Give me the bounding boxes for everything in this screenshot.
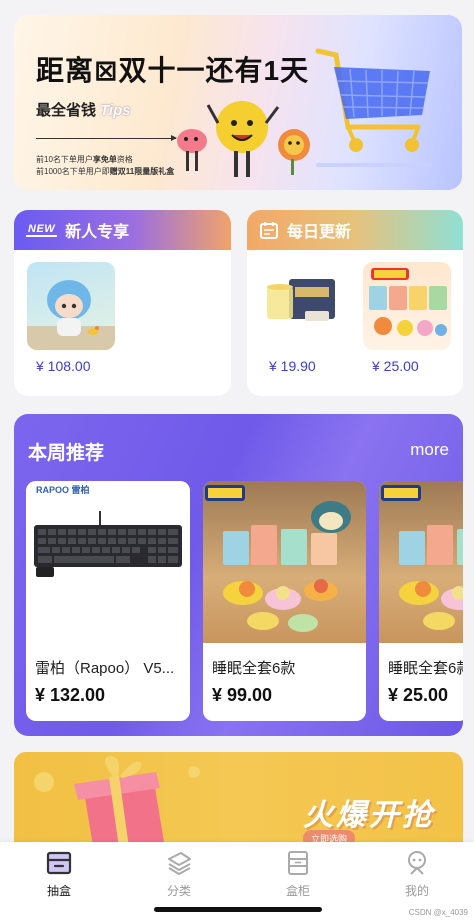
new-badge: NEW <box>26 223 58 237</box>
shopping-cart-icon <box>315 48 432 167</box>
pokemon-figures-image <box>381 485 463 630</box>
newcomer-card[interactable]: NEW 新人专享 ¥ 108.00 <box>14 210 231 396</box>
cabinet-icon <box>288 851 308 875</box>
daily-header: 每日更新 <box>247 210 463 250</box>
pokemon-box-image <box>369 268 447 336</box>
hot-sale-title: 火爆开抢 <box>303 799 435 832</box>
daily-price-1: ¥ 19.90 <box>269 358 316 374</box>
newcomer-product-image[interactable] <box>27 262 115 350</box>
gift-box-icon <box>34 756 200 852</box>
keyboard-image <box>34 511 182 577</box>
weekly-product-card[interactable]: 睡眠全套6款 ¥ 25.00 <box>379 481 463 721</box>
product-price: ¥ 99.00 <box>212 685 273 705</box>
home-indicator <box>154 907 322 912</box>
pokemon-sleep-product-image <box>379 481 463 643</box>
tab-label: 抽盒 <box>46 884 71 898</box>
tab-label: 盒柜 <box>285 884 310 898</box>
product-name: 雷柏（Rapoo） V5... <box>35 660 175 677</box>
tab-profile[interactable]: 我的 <box>387 850 447 899</box>
more-link[interactable]: more <box>410 440 449 460</box>
newcomer-header: NEW 新人专享 <box>14 210 231 250</box>
layers-icon <box>168 852 191 875</box>
daily-price-2: ¥ 25.00 <box>372 358 419 374</box>
brand-logo: RAPOO 雷柏 <box>36 485 90 495</box>
tab-category[interactable]: 分类 <box>149 850 209 899</box>
newcomer-title: 新人专享 <box>65 224 130 241</box>
banner-note-2: 前1000名下单用户即赠双11限量版礼盒 <box>36 167 175 176</box>
tab-blind-box[interactable]: 抽盒 <box>29 850 89 899</box>
banner-title: 距离⊠双十一还有1天 <box>36 55 310 86</box>
pokemon-sleep-product-image <box>203 481 366 643</box>
arrow-icon <box>36 135 177 141</box>
tips-text: Tips <box>100 102 131 119</box>
daily-product-image-1[interactable] <box>261 265 347 351</box>
daily-update-card[interactable]: 每日更新 ¥ 19.90 ¥ 25.00 <box>247 210 463 396</box>
product-name: 睡眠全套6款 <box>388 660 463 677</box>
daily-title: 每日更新 <box>287 224 352 241</box>
pokemon-figures-image <box>205 485 351 632</box>
weekly-product-card[interactable]: 睡眠全套6款 ¥ 99.00 <box>203 481 366 721</box>
product-price: ¥ 132.00 <box>35 685 106 705</box>
app-screen: { "banner": { "title": "距离⊠双十一还有1天", "su… <box>0 0 474 922</box>
product-price: ¥ 25.00 <box>388 685 449 705</box>
promo-banner[interactable]: 距离⊠双十一还有1天 最全省钱 Tips 前10名下单用户享免单资格 前1000名… <box>14 15 462 190</box>
banner-note-1: 前10名下单用户享免单资格 <box>36 155 133 164</box>
tab-label: 我的 <box>404 884 429 898</box>
tab-cabinet[interactable]: 盒柜 <box>268 850 328 899</box>
tea-product-image <box>267 279 335 321</box>
keyboard-product-image: RAPOO 雷柏 <box>26 481 190 643</box>
banner-subtitle: 最全省钱 Tips <box>36 102 131 119</box>
calendar-icon <box>260 222 278 239</box>
tab-label: 分类 <box>166 884 191 898</box>
watermark: CSDN @x_4039 <box>408 908 468 917</box>
weekly-recommend-section: 本周推荐 more RAPOO 雷柏 雷柏（Rapoo） V5... ¥ 132… <box>14 414 463 736</box>
box-icon <box>46 851 72 875</box>
weekly-product-card[interactable]: RAPOO 雷柏 雷柏（Rapoo） V5... ¥ 132.00 <box>26 481 190 721</box>
blind-box-figure-image <box>27 280 115 350</box>
mascot-illustration <box>177 101 310 177</box>
weekly-title: 本周推荐 <box>28 443 105 464</box>
user-icon <box>408 851 426 875</box>
daily-product-image-2[interactable] <box>363 262 451 350</box>
newcomer-price: ¥ 108.00 <box>36 358 91 374</box>
product-name: 睡眠全套6款 <box>212 660 296 677</box>
hot-sale-banner[interactable]: 火爆开抢 立即选购 <box>14 752 463 852</box>
